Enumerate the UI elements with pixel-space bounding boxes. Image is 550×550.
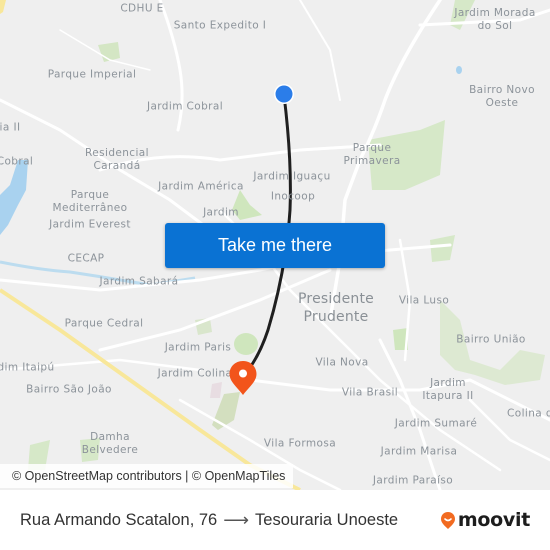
place-label: Parque Primavera xyxy=(343,142,401,167)
place-label: Bairro União xyxy=(456,333,526,346)
take-me-there-button[interactable]: Take me there xyxy=(165,223,385,268)
place-label: Vila Nova xyxy=(315,356,369,369)
place-label: Jardim Paraíso xyxy=(372,474,454,487)
map-attribution[interactable]: © OpenStreetMap contributors | © OpenMap… xyxy=(0,464,294,488)
place-label: Jardim Sabará xyxy=(99,275,179,288)
place-label: Jardim América xyxy=(158,180,244,193)
footer-bar: Rua Armando Scatalon, 76 ⟶ Tesouraria Un… xyxy=(0,490,550,550)
park-area xyxy=(234,333,258,355)
place-label: Jardim Colina xyxy=(157,367,233,380)
place-label: Colina d xyxy=(507,407,550,420)
destination-name: Tesouraria Unoeste xyxy=(255,510,399,529)
place-label: Jardim Marisa xyxy=(380,445,458,458)
origin-dot[interactable] xyxy=(273,83,295,105)
place-label: dim Itaipú xyxy=(0,361,55,374)
campus-area xyxy=(210,382,222,398)
place-label: Damha Belvedere xyxy=(81,431,139,456)
origin-name: Rua Armando Scatalon, 76 xyxy=(20,510,218,529)
route-summary: Rua Armando Scatalon, 76 ⟶ Tesouraria Un… xyxy=(20,490,398,550)
moovit-logo[interactable]: moovit xyxy=(440,490,530,550)
place-label: Jardim Everest xyxy=(49,218,131,231)
place-label: Bairro São João xyxy=(26,383,112,396)
place-label: Jardim Itapura II xyxy=(422,377,474,402)
place-label: Bairro Novo Oeste xyxy=(469,84,535,109)
place-label: Parque Mediterrâneo xyxy=(52,189,128,214)
place-label: ia II xyxy=(0,121,21,134)
place-label: CECAP xyxy=(67,252,105,265)
place-label: Vila Brasil xyxy=(341,386,399,399)
brand-name: moovit xyxy=(457,509,530,531)
place-label: Jardim Morada do Sol xyxy=(454,7,536,32)
place-label: Jardim Sumaré xyxy=(394,417,478,430)
place-label: Santo Expedito I xyxy=(173,19,267,32)
map-view[interactable]: CDHU E Santo Expedito I Jardim Morada do S… xyxy=(0,0,550,490)
highway xyxy=(0,0,6,14)
place-label: CDHU E xyxy=(120,2,164,15)
place-label: Jardim xyxy=(203,206,239,219)
place-label: Cobral xyxy=(0,155,34,168)
place-label: Residencial Carandá xyxy=(85,147,149,172)
arrow-right-icon: ⟶ xyxy=(223,509,250,530)
pond xyxy=(456,66,462,74)
city-label: Presidente Prudente xyxy=(298,291,374,325)
place-label: Vila Formosa xyxy=(263,437,337,450)
place-label: Jardim Cobral xyxy=(146,100,224,113)
place-label: Jardim Iguaçu xyxy=(253,170,331,183)
place-label: Vila Luso xyxy=(398,294,450,307)
place-label: Jardim Paris xyxy=(164,341,232,354)
place-label: Parque Imperial xyxy=(47,68,137,81)
moovit-pin-icon xyxy=(440,511,455,529)
place-label: Inocoop xyxy=(270,190,316,203)
lake xyxy=(0,160,28,235)
destination-pin-icon[interactable] xyxy=(228,360,258,396)
place-label: Parque Cedral xyxy=(64,317,144,330)
park-area xyxy=(430,235,455,262)
